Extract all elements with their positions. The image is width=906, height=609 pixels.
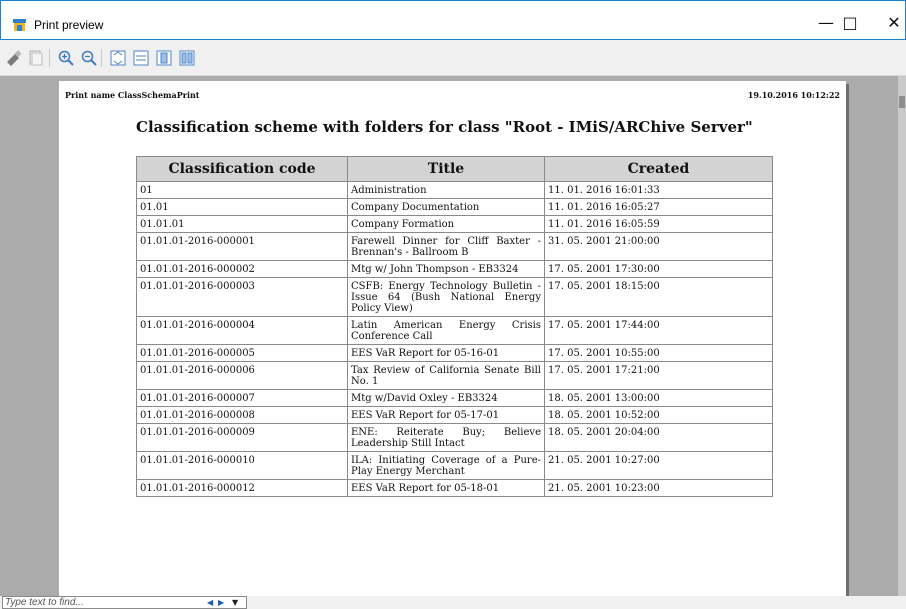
cell-code: 01.01.01-2016-000003 xyxy=(136,277,348,317)
title-bar: Print preview — □ ✕ xyxy=(0,0,906,40)
cell-created: 31. 05. 2001 21:00:00 xyxy=(544,232,773,261)
cell-created: 17. 05. 2001 17:30:00 xyxy=(544,260,773,278)
toolbar-separator xyxy=(101,49,102,67)
find-next-icon[interactable]: ▶ xyxy=(218,597,224,608)
cell-title: Administration xyxy=(347,181,545,199)
cell-created: 21. 05. 2001 10:23:00 xyxy=(544,479,773,497)
cell-created: 11. 01. 2016 16:01:33 xyxy=(544,181,773,199)
table-row: 01.01.01-2016-000012 EES VaR Report for 0… xyxy=(136,479,773,497)
cell-title: Farewell Dinner for Cliff Baxter - Brenn… xyxy=(347,232,545,261)
report-title: Classification scheme with folders for c… xyxy=(136,118,753,136)
two-pages-icon[interactable] xyxy=(177,48,197,68)
maximize-button[interactable]: □ xyxy=(837,13,863,33)
table-row: 01.01.01-2016-000005 EES VaR Report for 0… xyxy=(136,344,773,362)
cell-code: 01.01.01-2016-000001 xyxy=(136,232,348,261)
cell-code: 01.01.01-2016-000012 xyxy=(136,479,348,497)
cell-created: 17. 05. 2001 10:55:00 xyxy=(544,344,773,362)
cell-code: 01.01 xyxy=(136,198,348,216)
cell-title: ILA: Initiating Coverage of a Pure-Play … xyxy=(347,451,545,480)
cell-created: 21. 05. 2001 10:27:00 xyxy=(544,451,773,480)
zoom-in-icon[interactable] xyxy=(56,48,76,68)
cell-code: 01.01.01-2016-000008 xyxy=(136,406,348,424)
preview-viewport[interactable]: Print name ClassSchemaPrint 19.10.2016 1… xyxy=(0,76,906,596)
table-row: 01.01.01-2016-000008 EES VaR Report for 0… xyxy=(136,406,773,424)
cell-title: Tax Review of California Senate Bill No.… xyxy=(347,361,545,390)
table-row: 01.01.01-2016-000003 CSFB: Energy Technol… xyxy=(136,277,773,317)
cell-code: 01.01.01-2016-000007 xyxy=(136,389,348,407)
cell-title: Mtg w/David Oxley - EB3324 xyxy=(347,389,545,407)
cell-created: 17. 05. 2001 18:15:00 xyxy=(544,277,773,317)
cell-code: 01.01.01-2016-000005 xyxy=(136,344,348,362)
table-row: 01.01.01-2016-000006 Tax Review of Califo… xyxy=(136,361,773,390)
minimize-button[interactable]: — xyxy=(813,13,839,33)
table-header-row: Classification code Title Created xyxy=(136,156,773,182)
cell-title: CSFB: Energy Technology Bulletin - Issue… xyxy=(347,277,545,317)
cell-title: Company Documentation xyxy=(347,198,545,216)
cell-code: 01.01.01-2016-000006 xyxy=(136,361,348,390)
page-setup-icon[interactable] xyxy=(26,48,46,68)
table-row: 01.01.01 Company Formation 11. 01. 2016 16… xyxy=(136,215,773,233)
cell-code: 01.01.01-2016-000004 xyxy=(136,316,348,345)
cell-created: 11. 01. 2016 16:05:27 xyxy=(544,198,773,216)
table-row: 01.01.01-2016-000004 Latin American Energ… xyxy=(136,316,773,345)
print-date-label: 19.10.2016 10:12:22 xyxy=(747,90,840,100)
cell-code: 01.01.01 xyxy=(136,215,348,233)
print-page: Print name ClassSchemaPrint 19.10.2016 1… xyxy=(59,81,846,596)
cell-title: EES VaR Report for 05-17-01 xyxy=(347,406,545,424)
zoom-out-icon[interactable] xyxy=(79,48,99,68)
find-options-icon[interactable]: ▼ xyxy=(232,597,238,608)
toolbar-separator xyxy=(49,49,50,67)
cell-created: 18. 05. 2001 13:00:00 xyxy=(544,389,773,407)
scrollbar-thumb[interactable] xyxy=(899,96,905,108)
window-title: Print preview xyxy=(34,18,104,32)
column-header-created: Created xyxy=(544,156,773,182)
find-box: ◀ ▶ ▼ xyxy=(2,596,247,609)
fit-page-icon[interactable] xyxy=(108,48,128,68)
cell-title: ENE: Reiterate Buy; Believe Leadership S… xyxy=(347,423,545,452)
table-row: 01.01.01-2016-000002 Mtg w/ John Thompson… xyxy=(136,260,773,278)
cell-created: 11. 01. 2016 16:05:59 xyxy=(544,215,773,233)
cell-created: 17. 05. 2001 17:21:00 xyxy=(544,361,773,390)
table-row: 01.01 Company Documentation 11. 01. 2016 1… xyxy=(136,198,773,216)
cell-title: Latin American Energy Crisis Conference … xyxy=(347,316,545,345)
classification-table: Classification code Title Created 01 Admi… xyxy=(136,156,773,497)
print-name-label: Print name ClassSchemaPrint xyxy=(65,90,200,100)
column-header-code: Classification code xyxy=(136,156,348,182)
column-header-title: Title xyxy=(347,156,545,182)
cell-created: 18. 05. 2001 10:52:00 xyxy=(544,406,773,424)
cell-code: 01 xyxy=(136,181,348,199)
cell-created: 17. 05. 2001 17:44:00 xyxy=(544,316,773,345)
toolbar xyxy=(0,40,906,76)
cell-title: Mtg w/ John Thompson - EB3324 xyxy=(347,260,545,278)
table-row: 01.01.01-2016-000007 Mtg w/David Oxley - … xyxy=(136,389,773,407)
find-previous-icon[interactable]: ◀ xyxy=(207,597,213,608)
cell-created: 18. 05. 2001 20:04:00 xyxy=(544,423,773,452)
close-button[interactable]: ✕ xyxy=(881,13,906,33)
vertical-scrollbar[interactable] xyxy=(898,76,906,596)
table-row: 01.01.01-2016-000010 ILA: Initiating Cove… xyxy=(136,451,773,480)
single-page-icon[interactable] xyxy=(154,48,174,68)
table-row: 01.01.01-2016-000001 Farewell Dinner for … xyxy=(136,232,773,261)
find-input[interactable] xyxy=(3,597,185,608)
print-icon[interactable] xyxy=(4,48,24,68)
find-bar: ◀ ▶ ▼ xyxy=(0,596,906,609)
cell-code: 01.01.01-2016-000010 xyxy=(136,451,348,480)
app-icon xyxy=(13,18,26,31)
table-row: 01 Administration 11. 01. 2016 16:01:33 xyxy=(136,181,773,199)
table-row: 01.01.01-2016-000009 ENE: Reiterate Buy; … xyxy=(136,423,773,452)
cell-code: 01.01.01-2016-000002 xyxy=(136,260,348,278)
cell-title: EES VaR Report for 05-18-01 xyxy=(347,479,545,497)
cell-code: 01.01.01-2016-000009 xyxy=(136,423,348,452)
cell-title: EES VaR Report for 05-16-01 xyxy=(347,344,545,362)
fit-width-icon[interactable] xyxy=(131,48,151,68)
cell-title: Company Formation xyxy=(347,215,545,233)
